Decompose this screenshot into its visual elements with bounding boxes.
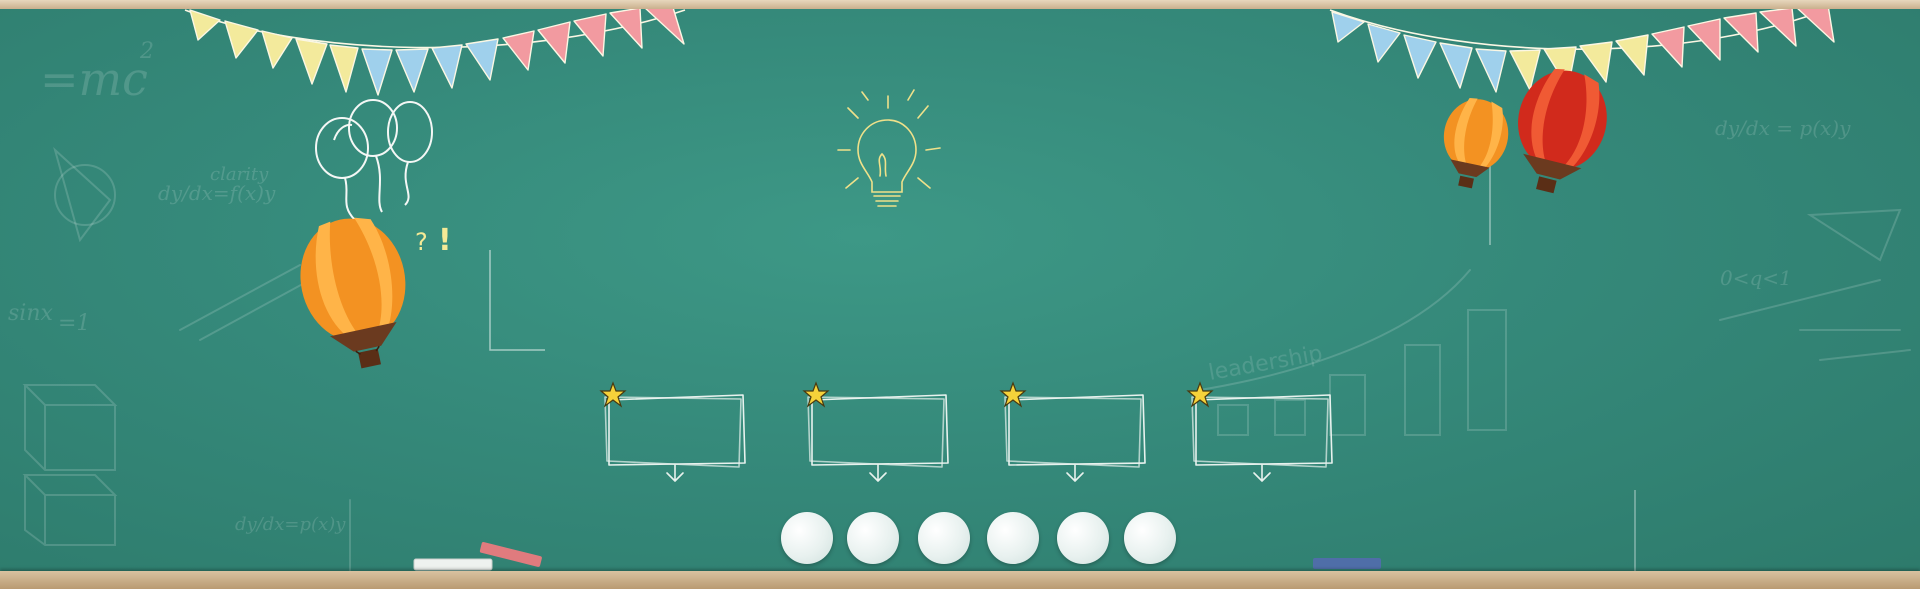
board-frame-top	[0, 0, 1920, 9]
chalk-sticks-layer	[413, 542, 1381, 571]
board-frame-bottom	[0, 571, 1920, 589]
blue-chalk-stick	[1313, 558, 1381, 569]
chalkboard: =mc 2 dy/dx=f(x)y clarity sinx =1 dy/dx=…	[0, 0, 1920, 589]
white-chalk-stick	[413, 558, 493, 571]
